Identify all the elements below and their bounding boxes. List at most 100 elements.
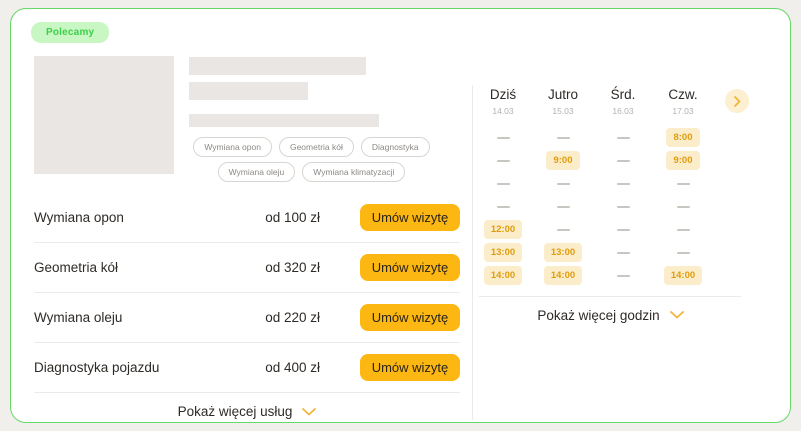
time-slot-cell bbox=[653, 241, 713, 264]
book-visit-button[interactable]: Umów wizytę bbox=[360, 354, 460, 381]
time-slot-cell bbox=[653, 195, 713, 218]
time-slot-cell bbox=[593, 126, 653, 149]
time-slot-grid: 8:009:009:0012:0013:0013:0014:0014:0014:… bbox=[473, 126, 780, 287]
time-slot-cell bbox=[593, 172, 653, 195]
time-slot-cell: 14:00 bbox=[473, 264, 533, 287]
day-column-thursday[interactable]: Czw. 17.03 bbox=[653, 87, 713, 116]
time-slot-chip[interactable]: 8:00 bbox=[666, 128, 699, 147]
tag-geometria-kol[interactable]: Geometria kół bbox=[279, 137, 354, 157]
time-slot-row bbox=[473, 195, 780, 218]
recommended-badge: Polecamy bbox=[31, 22, 109, 43]
time-slot-cell bbox=[593, 264, 653, 287]
workshop-rating-placeholder bbox=[189, 82, 308, 100]
time-slot-row: 9:00 9:00 bbox=[473, 149, 780, 172]
next-days-button[interactable] bbox=[725, 89, 749, 113]
empty-slot-dash bbox=[557, 206, 570, 208]
time-slot-cell bbox=[533, 218, 593, 241]
service-price: od 400 zł bbox=[230, 360, 320, 375]
time-slot-cell: 9:00 bbox=[533, 149, 593, 172]
empty-slot-dash bbox=[557, 183, 570, 185]
time-slot-cell bbox=[473, 172, 533, 195]
service-price: od 220 zł bbox=[230, 310, 320, 325]
service-row-wymiana-opon: Wymiana opon od 100 zł Umów wizytę bbox=[34, 192, 460, 242]
day-column-wednesday[interactable]: Śrd. 16.03 bbox=[593, 87, 653, 116]
time-slot-cell: 8:00 bbox=[653, 126, 713, 149]
calendar-header: Dziś 14.03 Jutro 15.03 Śrd. 16.03 Czw. 1… bbox=[473, 87, 780, 116]
time-slot-chip[interactable]: 9:00 bbox=[546, 151, 579, 170]
booking-calendar: Dziś 14.03 Jutro 15.03 Śrd. 16.03 Czw. 1… bbox=[473, 43, 790, 423]
service-price: od 100 zł bbox=[230, 210, 320, 225]
chevron-down-icon bbox=[302, 408, 316, 416]
recommended-workshop-card: Polecamy Wymiana opon Geometria kół Diag… bbox=[10, 8, 791, 423]
day-column-tomorrow[interactable]: Jutro 15.03 bbox=[533, 87, 593, 116]
service-name: Diagnostyka pojazdu bbox=[34, 360, 230, 375]
time-slot-row: 12:00 bbox=[473, 218, 780, 241]
tag-wymiana-opon[interactable]: Wymiana opon bbox=[193, 137, 272, 157]
tag-diagnostyka[interactable]: Diagnostyka bbox=[361, 137, 430, 157]
time-slot-cell: 13:00 bbox=[473, 241, 533, 264]
show-more-hours[interactable]: Pokaż więcej godzin bbox=[473, 297, 748, 333]
time-slot-chip[interactable]: 14:00 bbox=[544, 266, 582, 285]
book-visit-button[interactable]: Umów wizytę bbox=[360, 304, 460, 331]
empty-slot-dash bbox=[677, 252, 690, 254]
time-slot-cell bbox=[593, 195, 653, 218]
time-slot-cell bbox=[593, 149, 653, 172]
service-row-geometria-kol: Geometria kół od 320 zł Umów wizytę bbox=[34, 242, 460, 292]
time-slot-cell bbox=[593, 241, 653, 264]
chevron-right-icon bbox=[734, 96, 741, 107]
time-slot-cell bbox=[653, 172, 713, 195]
time-slot-chip[interactable]: 13:00 bbox=[484, 243, 522, 262]
workshop-photo-placeholder bbox=[34, 56, 174, 174]
time-slot-chip[interactable]: 14:00 bbox=[664, 266, 702, 285]
empty-slot-dash bbox=[497, 183, 510, 185]
workshop-panel: Wymiana opon Geometria kół Diagnostyka W… bbox=[11, 43, 472, 423]
book-visit-button[interactable]: Umów wizytę bbox=[360, 204, 460, 231]
time-slot-row: 8:00 bbox=[473, 126, 780, 149]
empty-slot-dash bbox=[677, 229, 690, 231]
day-column-today[interactable]: Dziś 14.03 bbox=[473, 87, 533, 116]
empty-slot-dash bbox=[557, 229, 570, 231]
time-slot-chip[interactable]: 9:00 bbox=[666, 151, 699, 170]
service-name: Wymiana opon bbox=[34, 210, 230, 225]
time-slot-cell: 12:00 bbox=[473, 218, 533, 241]
empty-slot-dash bbox=[677, 183, 690, 185]
time-slot-cell: 14:00 bbox=[533, 264, 593, 287]
time-slot-cell: 9:00 bbox=[653, 149, 713, 172]
time-slot-row bbox=[473, 172, 780, 195]
empty-slot-dash bbox=[617, 137, 630, 139]
chevron-down-icon bbox=[670, 311, 684, 319]
time-slot-row: 13:00 13:00 bbox=[473, 241, 780, 264]
workshop-name-placeholder bbox=[189, 57, 366, 75]
time-slot-chip[interactable]: 12:00 bbox=[484, 220, 522, 239]
time-slot-cell bbox=[533, 126, 593, 149]
empty-slot-dash bbox=[557, 137, 570, 139]
empty-slot-dash bbox=[497, 160, 510, 162]
service-price: od 320 zł bbox=[230, 260, 320, 275]
show-more-services[interactable]: Pokaż więcej usług bbox=[34, 392, 460, 423]
show-more-hours-label: Pokaż więcej godzin bbox=[537, 308, 659, 323]
time-slot-cell bbox=[653, 218, 713, 241]
empty-slot-dash bbox=[497, 137, 510, 139]
empty-slot-dash bbox=[617, 160, 630, 162]
time-slot-cell: 13:00 bbox=[533, 241, 593, 264]
show-more-services-label: Pokaż więcej usług bbox=[178, 404, 293, 419]
empty-slot-dash bbox=[617, 229, 630, 231]
time-slot-chip[interactable]: 13:00 bbox=[544, 243, 582, 262]
empty-slot-dash bbox=[617, 275, 630, 277]
empty-slot-dash bbox=[497, 206, 510, 208]
time-slot-cell: 14:00 bbox=[653, 264, 713, 287]
time-slot-chip[interactable]: 14:00 bbox=[484, 266, 522, 285]
workshop-address-placeholder bbox=[189, 114, 379, 127]
book-visit-button[interactable]: Umów wizytę bbox=[360, 254, 460, 281]
time-slot-cell bbox=[473, 126, 533, 149]
tag-wymiana-oleju[interactable]: Wymiana oleju bbox=[218, 162, 296, 182]
service-name: Wymiana oleju bbox=[34, 310, 230, 325]
time-slot-row: 14:00 14:00 14:00 bbox=[473, 264, 780, 287]
time-slot-cell bbox=[473, 195, 533, 218]
time-slot-cell bbox=[533, 195, 593, 218]
time-slot-cell bbox=[593, 218, 653, 241]
empty-slot-dash bbox=[617, 252, 630, 254]
tag-wymiana-klimatyzacji[interactable]: Wymiana klimatyzacji bbox=[302, 162, 405, 182]
empty-slot-dash bbox=[617, 183, 630, 185]
time-slot-cell bbox=[473, 149, 533, 172]
